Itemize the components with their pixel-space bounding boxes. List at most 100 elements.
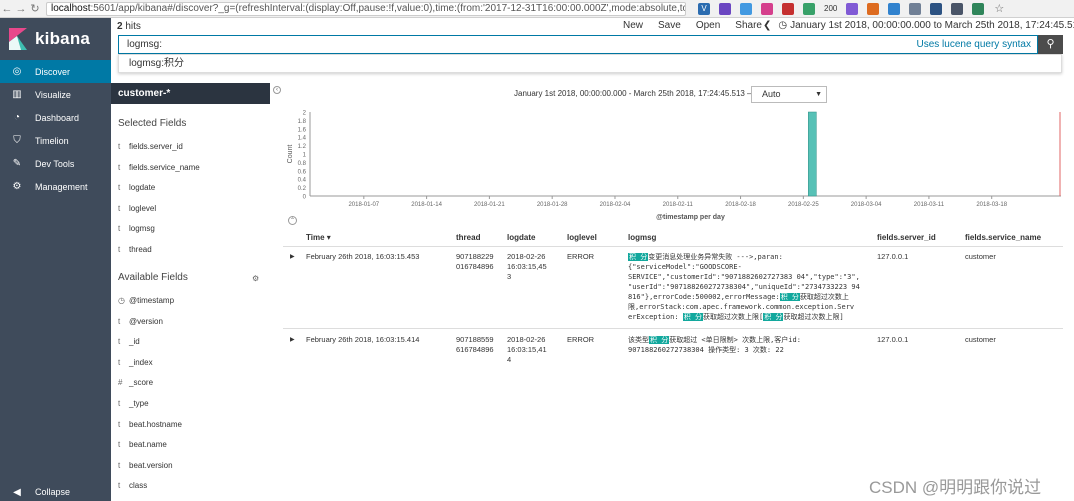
field-type-icon: t — [118, 357, 121, 367]
field-type-icon: t — [118, 419, 121, 429]
field-item[interactable]: t class — [118, 481, 147, 490]
field-item[interactable]: t thread — [118, 245, 152, 254]
highlight-term: 积 分 — [682, 313, 704, 321]
column-header[interactable]: Time ▾ — [306, 233, 331, 242]
field-name: fields.server_id — [129, 142, 183, 151]
field-item[interactable]: # _score — [118, 378, 153, 387]
nav-item-visualize[interactable]: ▥ Visualize — [0, 83, 111, 106]
lucene-syntax-link[interactable]: Uses lucene query syntax — [916, 36, 1031, 53]
collapse-button[interactable]: ◀ Collapse — [0, 485, 70, 499]
field-item[interactable]: t beat.name — [118, 440, 167, 449]
x-axis-label: @timestamp per day — [656, 214, 725, 221]
open-button[interactable]: Open — [696, 20, 720, 31]
collapse-chart-icon[interactable]: ⌃ — [288, 216, 297, 225]
nav-item-dashboard[interactable]: ◔ Dashboard — [0, 106, 111, 129]
nav-label: Timelion — [35, 135, 69, 146]
logmsg-text: 获取超过 <单日限制> 次数上限,客户id: — [669, 336, 801, 344]
collapse-sidebar-icon[interactable]: ‹ — [273, 86, 281, 94]
field-item[interactable]: t logmsg — [118, 224, 155, 233]
expand-row-icon[interactable]: ▶ — [290, 336, 295, 343]
field-item[interactable]: t _id — [118, 337, 140, 346]
nav-label: Management — [35, 181, 88, 192]
field-item[interactable]: t logdate — [118, 183, 155, 192]
field-name: loglevel — [129, 203, 157, 213]
kibana-logo-icon — [9, 28, 27, 50]
field-item[interactable]: t @version — [118, 317, 163, 326]
field-item[interactable]: t beat.version — [118, 461, 173, 470]
v-extension-icon[interactable]: V — [698, 2, 710, 15]
time-range-button[interactable]: January 1st 2018, 00:00:00.000 to March … — [790, 20, 1074, 31]
y-tick-label: 1.6 — [298, 127, 307, 133]
extension-icon[interactable] — [951, 2, 964, 15]
field-name: logdate — [129, 183, 156, 193]
histogram-chart[interactable]: 0 0.2 0.4 0.6 0.8 1 1.2 1.4 1.6 1.8 2 2018-01-07 201… — [280, 100, 1065, 225]
field-name: beat.version — [129, 460, 173, 470]
column-header[interactable]: fields.server_id — [877, 233, 936, 242]
logmsg-text: 获取超过次数上限[ — [703, 313, 764, 321]
query-suggestion[interactable]: logmsg:积分 — [118, 54, 1062, 73]
query-text: logmsg: — [127, 39, 163, 50]
back-icon[interactable]: ← — [0, 3, 14, 15]
field-name: @version — [129, 316, 163, 326]
y-axis-label: Count — [287, 145, 294, 164]
save-button[interactable]: Save — [658, 20, 681, 31]
logmsg-line: SERVICE","customerId":"9071882602727383 … — [628, 272, 860, 282]
field-item[interactable]: t _index — [118, 358, 153, 367]
blue-extension-icon[interactable] — [740, 2, 752, 15]
field-type-icon: t — [118, 162, 121, 172]
kibana-logo[interactable]: kibana — [0, 18, 111, 60]
field-item[interactable]: t _type — [118, 399, 149, 408]
extension-icon[interactable] — [930, 2, 943, 15]
green-extension-icon[interactable] — [803, 2, 815, 15]
forward-icon[interactable]: → — [14, 3, 28, 15]
red-extension-icon[interactable] — [782, 2, 794, 15]
x-tick-label: 2018-02-04 — [600, 202, 631, 208]
field-item[interactable]: t loglevel — [118, 204, 156, 213]
field-item[interactable]: t fields.server_id — [118, 142, 183, 151]
hits-number: 2 — [117, 21, 123, 32]
extension-icon[interactable] — [972, 2, 985, 15]
y-tick-label: 0.6 — [298, 169, 307, 175]
pink-extension-icon[interactable] — [761, 2, 773, 15]
column-header[interactable]: fields.service_name — [965, 233, 1041, 242]
cell-logmsg: 积 分变更消息处理业务异常失败 --->,paran: {"serviceMode… — [628, 252, 860, 322]
nav-item-timelion[interactable]: ⛉ Timelion — [0, 129, 111, 152]
extension-icon[interactable] — [867, 2, 880, 15]
field-item[interactable]: t fields.service_name — [118, 163, 200, 172]
extension-icons: V 200 ☆ — [698, 2, 1014, 15]
new-button[interactable]: New — [623, 20, 643, 31]
sidebar: kibana ◎ Discover ▥ Visualize ◔ Dashboar… — [0, 18, 111, 501]
star-icon[interactable]: ☆ — [993, 3, 1005, 15]
column-header[interactable]: logdate — [507, 233, 535, 242]
expand-row-icon[interactable]: ▶ — [290, 253, 295, 260]
logmsg-text: 获取超过次数上 — [799, 293, 849, 301]
purple-extension-icon[interactable] — [719, 2, 731, 15]
y-tick-label: 1.8 — [298, 119, 307, 125]
extension-icon[interactable] — [909, 2, 922, 15]
nav-item-management[interactable]: ⚙ Management — [0, 175, 111, 198]
gear-icon: ⚙ — [12, 181, 22, 192]
column-header[interactable]: loglevel — [567, 233, 597, 242]
extension-icon[interactable] — [846, 2, 859, 15]
search-button[interactable]: ⚲ — [1038, 35, 1063, 54]
extension-icon[interactable] — [888, 2, 901, 15]
nav-item-dev-tools[interactable]: ✎ Dev Tools — [0, 152, 111, 175]
search-input[interactable]: logmsg: Uses lucene query syntax — [118, 35, 1038, 54]
y-tick-label: 0 — [303, 195, 307, 201]
logmsg-line: "userId":"907188260272738304","uniqueId"… — [628, 282, 860, 292]
reload-icon[interactable]: ↻ — [28, 2, 42, 15]
nav-item-discover[interactable]: ◎ Discover — [0, 60, 111, 83]
field-item[interactable]: t beat.hostname — [118, 420, 182, 429]
logmsg-text: 907188260272738304 操作类型: 3 次数: 22 — [628, 346, 784, 354]
gear-icon[interactable]: ⚙ — [252, 274, 259, 283]
address-bar[interactable]: localhost:5601/app/kibana#/discover?_g=(… — [46, 1, 686, 16]
nav-label: Dev Tools — [35, 158, 75, 169]
row-divider — [283, 328, 1063, 329]
time-back-button[interactable]: ❮ — [763, 20, 771, 31]
field-item[interactable]: ◷ @timestamp — [118, 296, 174, 305]
column-header[interactable]: logmsg — [628, 233, 656, 242]
column-header[interactable]: thread — [456, 233, 480, 242]
field-name: class — [129, 481, 148, 491]
index-pattern-title[interactable]: customer-* — [111, 83, 270, 104]
x-tick-label: 2018-03-18 — [976, 202, 1007, 208]
